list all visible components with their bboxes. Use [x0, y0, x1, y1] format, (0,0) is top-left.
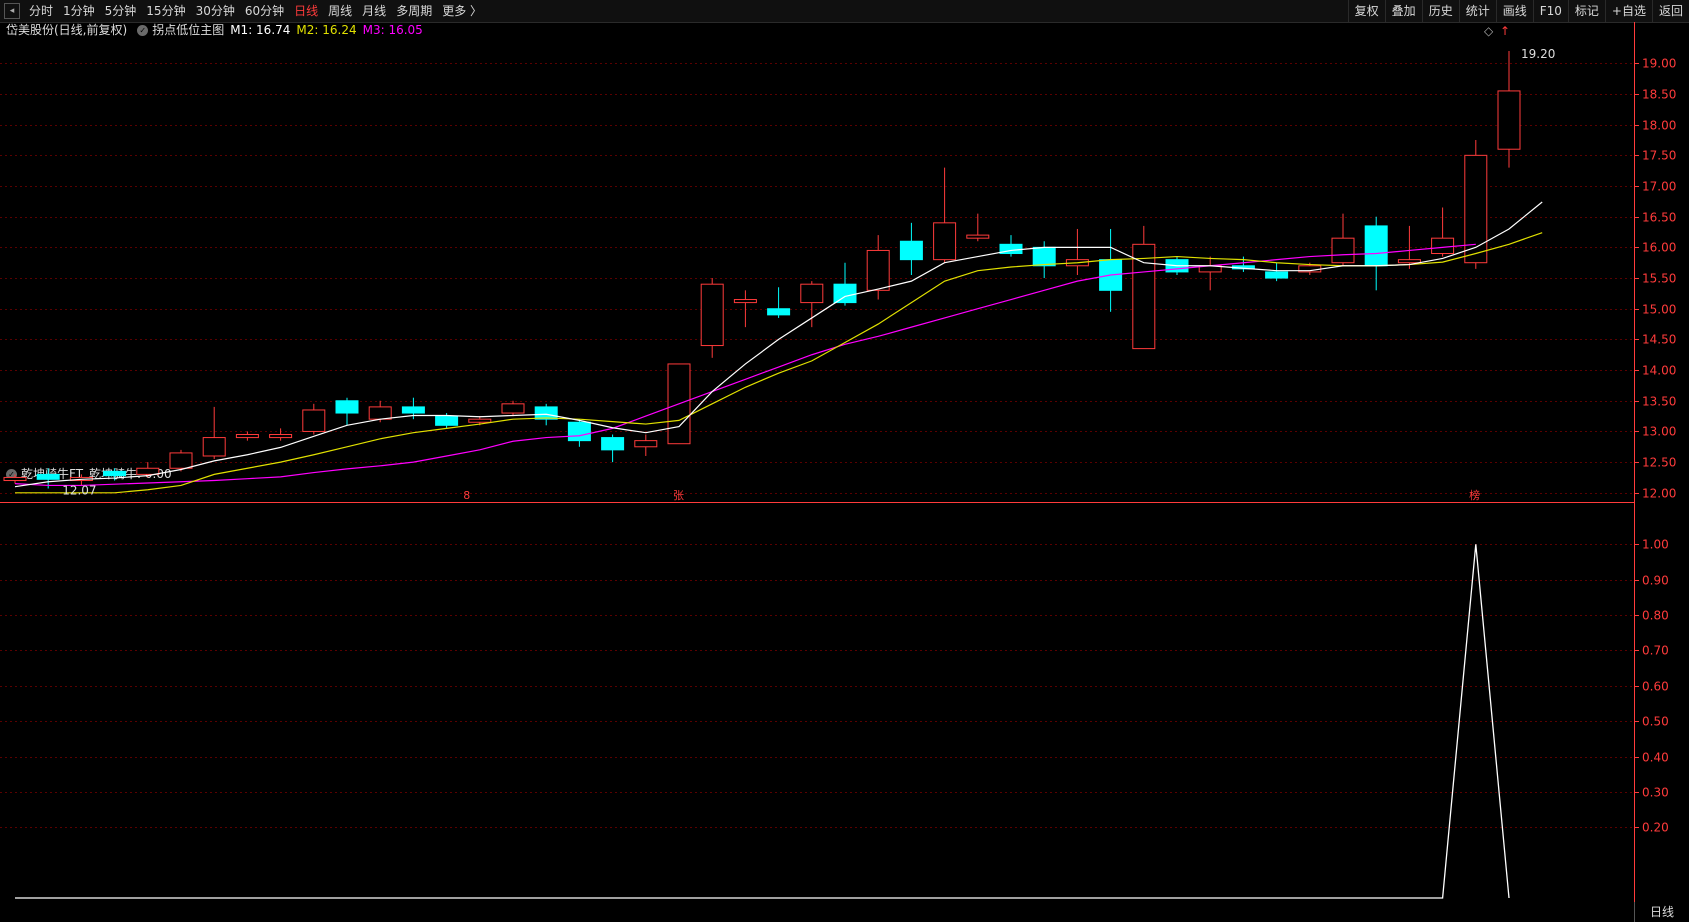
m3-line: [14, 243, 1476, 487]
candle-up: [1331, 237, 1355, 264]
candle-up: [733, 299, 757, 304]
sub-tick-label: 0.40: [1642, 751, 1669, 765]
main-tick-label: 14.00: [1642, 364, 1676, 378]
candle-down: [1032, 246, 1056, 267]
candle-down: [601, 437, 625, 451]
candle-up: [269, 434, 293, 439]
candle-up: [202, 437, 226, 457]
candle-up: [1397, 259, 1421, 264]
candle-up: [1431, 237, 1455, 255]
candle-up: [866, 249, 890, 291]
candle-down: [534, 406, 558, 420]
candle-up: [700, 283, 724, 347]
candle-down: [567, 421, 591, 442]
candle-up: [501, 403, 525, 414]
main-tick-label: 15.50: [1642, 272, 1676, 286]
low-price-label: 12.07: [62, 484, 96, 498]
main-tick-label: 13.00: [1642, 425, 1676, 439]
sub-tick-label: 0.80: [1642, 609, 1669, 623]
candle-down: [833, 283, 857, 304]
sub-tick-label: 0.20: [1642, 821, 1669, 835]
candle-down: [335, 400, 359, 414]
candle-up: [1464, 154, 1488, 264]
sub-tick-label: 1.00: [1642, 538, 1669, 552]
candle-down: [401, 406, 425, 414]
sub-tick-label: 0.60: [1642, 680, 1669, 694]
sub-tick-label: 0.70: [1642, 644, 1669, 658]
signal-marker: 榜: [1469, 488, 1480, 502]
main-tick-label: 12.50: [1642, 456, 1676, 470]
main-tick-label: 16.00: [1642, 241, 1676, 255]
candle-down: [1364, 225, 1388, 267]
candle-up: [1497, 90, 1521, 150]
main-tick-label: 17.00: [1642, 180, 1676, 194]
kline-chart[interactable]: 12.00 12.50 13.00 13.50 14.00 14.50 15.00 15.50…: [0, 0, 1689, 902]
candle-up: [966, 234, 990, 239]
candle-down: [36, 473, 60, 480]
main-tick-label: 12.00: [1642, 487, 1676, 501]
candle-down: [435, 415, 459, 426]
candle-up: [1132, 243, 1156, 350]
main-tick-label: 15.00: [1642, 303, 1676, 317]
sub-tick-label: 0.30: [1642, 786, 1669, 800]
main-tick-label: 18.50: [1642, 88, 1676, 102]
candle-down: [103, 470, 127, 477]
candle-down: [767, 308, 791, 316]
main-tick-label: 13.50: [1642, 395, 1676, 409]
main-tick-label: 18.00: [1642, 119, 1676, 133]
period-label[interactable]: 日线: [1634, 902, 1689, 922]
candle-up: [468, 418, 492, 423]
sub-tick-label: 0.90: [1642, 574, 1669, 588]
candle-up: [136, 467, 160, 475]
high-price-label: 19.20: [1521, 47, 1555, 61]
candle-up: [3, 476, 27, 482]
candle-up: [302, 409, 326, 432]
status-bar: [0, 902, 1689, 922]
main-tick-label: 16.50: [1642, 211, 1676, 225]
candle-up: [800, 283, 824, 304]
candle-up: [634, 440, 658, 448]
candle-up: [933, 222, 957, 261]
candle-down: [1265, 271, 1289, 279]
candle-up: [235, 434, 259, 439]
main-tick-label: 17.50: [1642, 149, 1676, 163]
main-tick-label: 14.50: [1642, 333, 1676, 347]
candle-up: [368, 406, 392, 420]
sub-tick-label: 0.50: [1642, 715, 1669, 729]
m1-line: [14, 201, 1543, 488]
signal-marker: 张: [673, 489, 684, 502]
candle-up: [169, 452, 193, 469]
main-tick-label: 19.00: [1642, 57, 1676, 71]
signal-marker: 8: [463, 489, 470, 502]
candle-down: [899, 240, 923, 261]
